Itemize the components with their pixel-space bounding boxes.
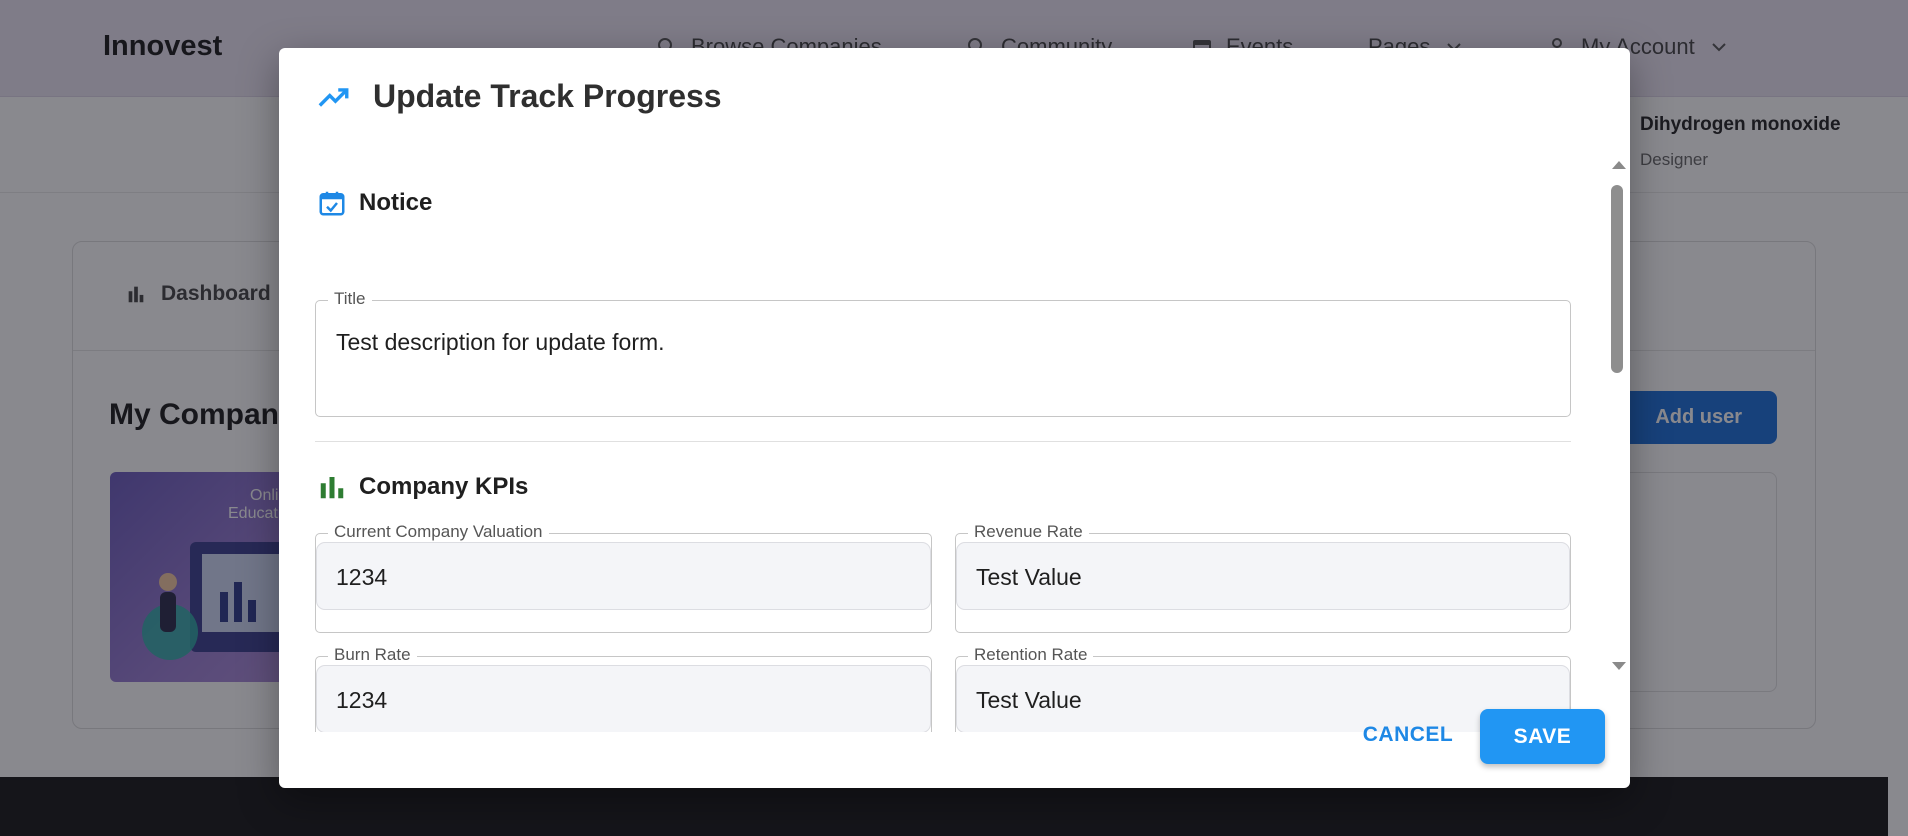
save-button-label: SAVE [1513,724,1572,748]
dialog-title: Update Track Progress [373,78,722,114]
retention-rate-label: Retention Rate [968,645,1094,665]
section-divider [315,441,1571,442]
revenue-rate-field[interactable]: Revenue Rate Test Value [955,522,1571,633]
title-field-label: Title [328,289,372,309]
burn-rate-value[interactable]: 1234 [336,687,387,714]
current-company-valuation-field[interactable]: Current Company Valuation 1234 [315,522,932,633]
dialog-body[interactable]: Notice Title Test description for update… [279,152,1630,732]
burn-rate-field[interactable]: Burn Rate 1234 [315,645,932,732]
title-field[interactable]: Title Test description for update form. [315,289,1571,417]
dialog-header: Update Track Progress [317,78,722,115]
cancel-button-label: CANCEL [1362,723,1454,746]
cancel-button[interactable]: CANCEL [1343,708,1473,762]
burn-rate-label: Burn Rate [328,645,417,665]
scroll-up-arrow[interactable] [1612,161,1626,169]
retention-rate-field[interactable]: Retention Rate Test Value [955,645,1571,732]
update-track-progress-dialog: Update Track Progress Notice Title Test … [279,48,1630,788]
current-company-valuation-input[interactable] [316,542,931,610]
scroll-down-arrow[interactable] [1612,662,1626,670]
kpi-section-heading: Company KPIs [317,472,528,502]
bar-chart-icon [320,477,344,499]
revenue-rate-value[interactable]: Test Value [976,564,1082,591]
kpi-heading-label: Company KPIs [359,473,529,500]
scrollbar-thumb[interactable] [1611,185,1623,373]
retention-rate-value[interactable]: Test Value [976,687,1082,714]
notice-section-heading: Notice [317,188,432,218]
burn-rate-input[interactable] [316,665,931,732]
calendar-check-icon [319,191,345,216]
revenue-rate-label: Revenue Rate [968,522,1089,542]
save-button[interactable]: SAVE [1480,709,1605,764]
current-company-valuation-label: Current Company Valuation [328,522,549,542]
trending-up-icon [318,87,349,107]
notice-heading-label: Notice [359,189,433,216]
title-field-value[interactable]: Test description for update form. [336,329,665,356]
current-company-valuation-value[interactable]: 1234 [336,564,387,591]
